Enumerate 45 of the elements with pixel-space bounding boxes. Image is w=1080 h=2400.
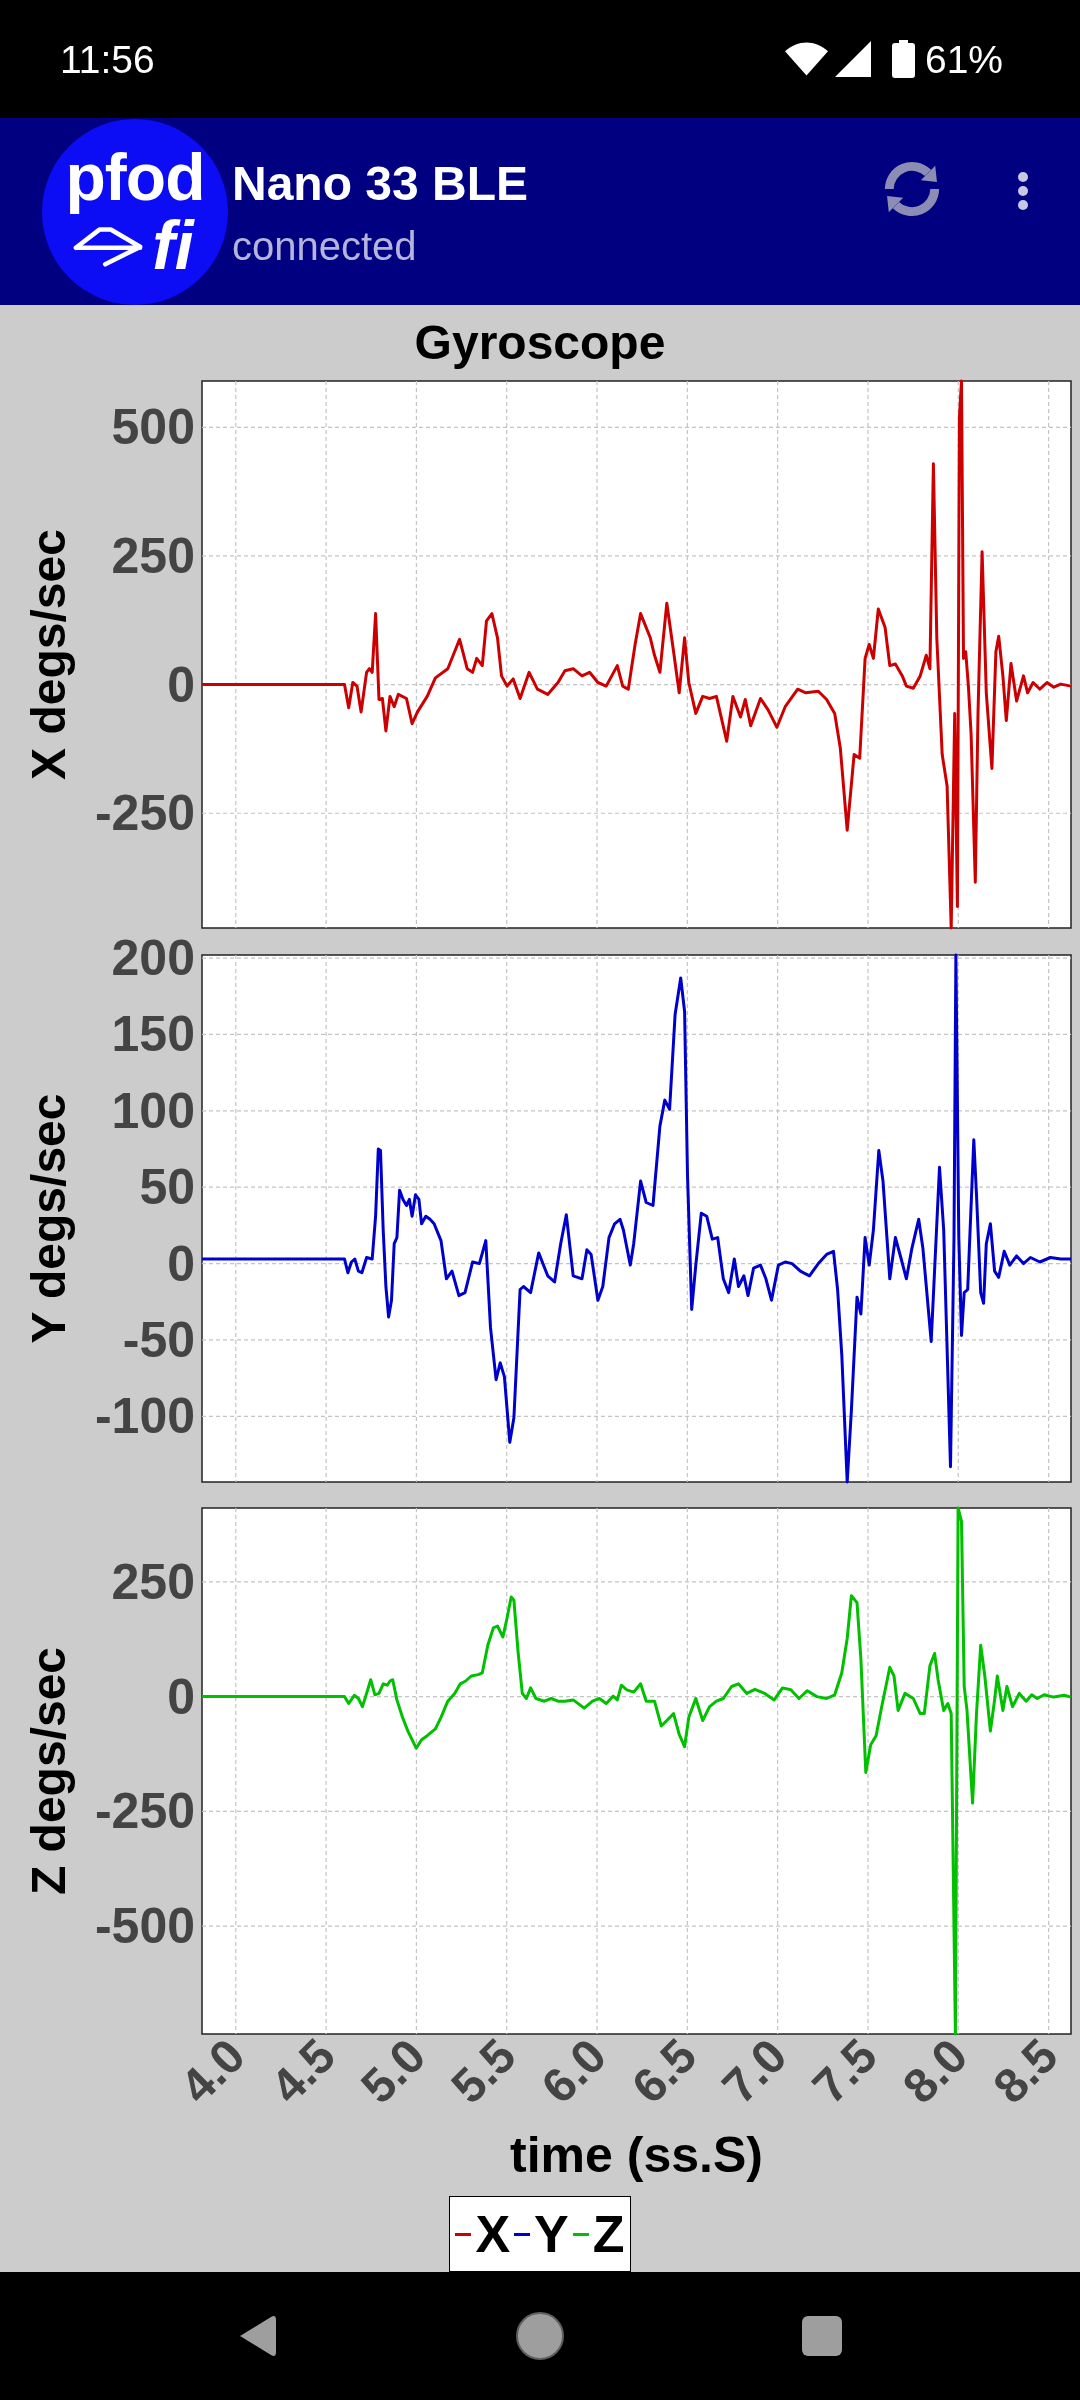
- refresh-icon[interactable]: [883, 160, 941, 218]
- legend-label: Y: [534, 2208, 569, 2260]
- y-tick-label: 150: [111, 1006, 195, 1063]
- y-tick-label: 200: [111, 930, 195, 987]
- home-icon[interactable]: [516, 2312, 564, 2360]
- y-tick-label: 0: [167, 1668, 195, 1725]
- y-tick-label: -250: [94, 785, 195, 842]
- y-tick-label: 250: [111, 1553, 195, 1610]
- more-options-icon[interactable]: [1017, 171, 1029, 211]
- y-tick-label: -100: [94, 1388, 195, 1445]
- x-tick-label: 6.5: [621, 2028, 707, 2114]
- x-tick-label: 7.5: [802, 2028, 888, 2114]
- y-tick-label: 0: [167, 656, 195, 713]
- device-name: Nano 33 BLE: [232, 155, 529, 212]
- y-tick-label: 50: [139, 1159, 195, 1216]
- wifi-icon: [784, 42, 828, 76]
- y-tick-label: -500: [94, 1898, 195, 1955]
- connection-status: connected: [232, 222, 418, 270]
- battery-percent: 61%: [924, 39, 1003, 79]
- y-tick-label: -50: [122, 1311, 195, 1368]
- y-axis-title: X degs/sec: [21, 529, 75, 780]
- y-tick-label: 0: [167, 1235, 195, 1292]
- y-axis-title: Y degs/sec: [21, 1093, 75, 1344]
- x-axis-title: time (ss.S): [510, 2127, 763, 2183]
- x-tick-label: 5.5: [441, 2028, 526, 2114]
- x-tick-label: 8.5: [983, 2028, 1068, 2114]
- battery-icon: [891, 40, 915, 78]
- logo-text: pfod: [65, 138, 205, 215]
- y-tick-label: 100: [111, 1082, 195, 1139]
- x-tick-label: 8.0: [892, 2028, 978, 2114]
- logo-text: fi: [152, 214, 195, 275]
- signal-icon: [834, 41, 871, 77]
- y-axis-title: Z degs/sec: [21, 1646, 75, 1896]
- x-tick-label: 4.5: [260, 2028, 346, 2114]
- y-tick-label: 500: [111, 399, 195, 456]
- legend-label: Z: [592, 2208, 625, 2260]
- x-tick-label: 4.0: [170, 2028, 255, 2114]
- legend-label: X: [475, 2208, 511, 2260]
- clock: 11:56: [60, 39, 155, 79]
- x-tick-label: 7.0: [712, 2028, 797, 2114]
- y-tick-label: 250: [111, 527, 195, 584]
- x-tick-label: 6.0: [531, 2028, 617, 2114]
- y-tick-label: -250: [94, 1783, 195, 1840]
- x-tick-label: 5.0: [350, 2028, 436, 2114]
- chart-title: Gyroscope: [414, 316, 666, 370]
